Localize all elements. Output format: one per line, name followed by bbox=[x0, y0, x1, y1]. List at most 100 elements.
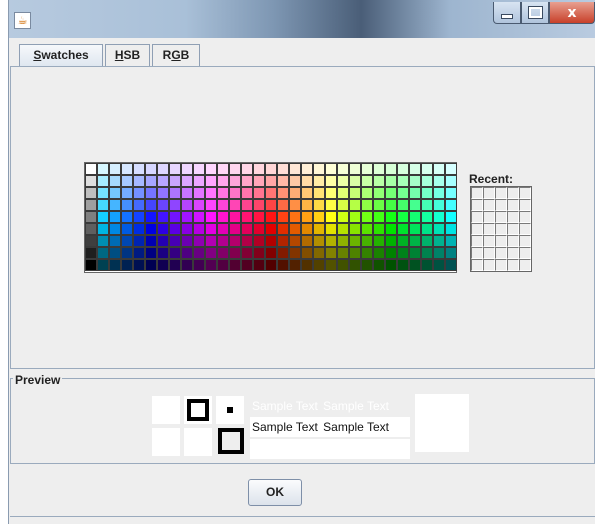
swatch-cell[interactable] bbox=[277, 187, 289, 199]
swatch-cell[interactable] bbox=[361, 211, 373, 223]
swatch-cell[interactable] bbox=[253, 247, 265, 259]
swatch-cell[interactable] bbox=[85, 247, 97, 259]
swatch-cell[interactable] bbox=[205, 235, 217, 247]
swatch-cell[interactable] bbox=[241, 235, 253, 247]
recent-swatch-cell[interactable] bbox=[495, 199, 507, 211]
swatch-cell[interactable] bbox=[313, 247, 325, 259]
recent-swatch-cell[interactable] bbox=[519, 199, 531, 211]
swatch-cell[interactable] bbox=[85, 259, 97, 271]
swatch-cell[interactable] bbox=[301, 247, 313, 259]
swatch-cell[interactable] bbox=[133, 211, 145, 223]
swatch-cell[interactable] bbox=[445, 175, 457, 187]
swatch-cell[interactable] bbox=[145, 247, 157, 259]
swatch-cell[interactable] bbox=[181, 259, 193, 271]
swatch-cell[interactable] bbox=[145, 235, 157, 247]
swatch-cell[interactable] bbox=[277, 199, 289, 211]
close-button[interactable]: x bbox=[549, 2, 595, 24]
swatch-cell[interactable] bbox=[145, 175, 157, 187]
swatch-cell[interactable] bbox=[313, 235, 325, 247]
title-bar[interactable]: ☕ x bbox=[9, 0, 595, 38]
swatch-cell[interactable] bbox=[445, 163, 457, 175]
swatch-cell[interactable] bbox=[301, 175, 313, 187]
swatch-cell[interactable] bbox=[97, 163, 109, 175]
swatch-cell[interactable] bbox=[121, 223, 133, 235]
recent-swatch-cell[interactable] bbox=[495, 187, 507, 199]
swatch-cell[interactable] bbox=[277, 259, 289, 271]
swatch-cell[interactable] bbox=[313, 211, 325, 223]
swatch-cell[interactable] bbox=[229, 187, 241, 199]
swatch-cell[interactable] bbox=[181, 199, 193, 211]
swatch-cell[interactable] bbox=[349, 187, 361, 199]
tab-swatches[interactable]: Swatches bbox=[19, 44, 103, 66]
swatch-cell[interactable] bbox=[121, 199, 133, 211]
swatch-cell[interactable] bbox=[253, 199, 265, 211]
swatch-cell[interactable] bbox=[277, 247, 289, 259]
swatch-cell[interactable] bbox=[181, 175, 193, 187]
swatch-cell[interactable] bbox=[385, 223, 397, 235]
swatch-cell[interactable] bbox=[373, 187, 385, 199]
swatch-cell[interactable] bbox=[157, 211, 169, 223]
swatch-cell[interactable] bbox=[253, 223, 265, 235]
swatch-cell[interactable] bbox=[145, 163, 157, 175]
recent-swatch-cell[interactable] bbox=[519, 235, 531, 247]
swatch-cell[interactable] bbox=[325, 187, 337, 199]
swatch-cell[interactable] bbox=[145, 187, 157, 199]
swatch-cell[interactable] bbox=[121, 187, 133, 199]
swatch-cell[interactable] bbox=[361, 235, 373, 247]
swatch-cell[interactable] bbox=[385, 187, 397, 199]
swatch-cell[interactable] bbox=[265, 223, 277, 235]
swatch-cell[interactable] bbox=[193, 259, 205, 271]
swatch-cell[interactable] bbox=[229, 259, 241, 271]
swatch-cell[interactable] bbox=[361, 247, 373, 259]
swatch-cell[interactable] bbox=[433, 163, 445, 175]
swatch-cell[interactable] bbox=[193, 235, 205, 247]
swatch-cell[interactable] bbox=[433, 187, 445, 199]
swatch-cell[interactable] bbox=[241, 211, 253, 223]
swatch-cell[interactable] bbox=[373, 199, 385, 211]
swatch-cell[interactable] bbox=[433, 175, 445, 187]
ok-button[interactable]: OK bbox=[248, 479, 302, 506]
swatch-cell[interactable] bbox=[109, 163, 121, 175]
swatch-cell[interactable] bbox=[253, 211, 265, 223]
swatch-cell[interactable] bbox=[421, 175, 433, 187]
swatch-cell[interactable] bbox=[409, 175, 421, 187]
swatch-cell[interactable] bbox=[241, 259, 253, 271]
swatch-cell[interactable] bbox=[409, 163, 421, 175]
swatch-cell[interactable] bbox=[205, 187, 217, 199]
swatch-cell[interactable] bbox=[253, 235, 265, 247]
swatch-cell[interactable] bbox=[253, 259, 265, 271]
swatch-cell[interactable] bbox=[253, 163, 265, 175]
swatch-cell[interactable] bbox=[133, 259, 145, 271]
swatch-cell[interactable] bbox=[409, 235, 421, 247]
swatch-cell[interactable] bbox=[133, 163, 145, 175]
swatch-cell[interactable] bbox=[301, 163, 313, 175]
swatch-cell[interactable] bbox=[361, 199, 373, 211]
swatch-cell[interactable] bbox=[97, 247, 109, 259]
swatch-cell[interactable] bbox=[109, 235, 121, 247]
swatch-cell[interactable] bbox=[97, 175, 109, 187]
swatch-cell[interactable] bbox=[445, 223, 457, 235]
swatch-cell[interactable] bbox=[385, 163, 397, 175]
swatch-cell[interactable] bbox=[409, 223, 421, 235]
swatch-cell[interactable] bbox=[97, 211, 109, 223]
swatch-cell[interactable] bbox=[385, 211, 397, 223]
swatch-cell[interactable] bbox=[253, 187, 265, 199]
swatch-cell[interactable] bbox=[265, 247, 277, 259]
swatch-cell[interactable] bbox=[349, 247, 361, 259]
swatch-cell[interactable] bbox=[157, 259, 169, 271]
swatch-cell[interactable] bbox=[289, 247, 301, 259]
recent-swatch-cell[interactable] bbox=[483, 235, 495, 247]
swatch-cell[interactable] bbox=[85, 211, 97, 223]
recent-swatch-cell[interactable] bbox=[471, 259, 483, 271]
swatch-cell[interactable] bbox=[169, 187, 181, 199]
swatch-cell[interactable] bbox=[421, 223, 433, 235]
swatch-cell[interactable] bbox=[85, 223, 97, 235]
swatch-cell[interactable] bbox=[397, 187, 409, 199]
swatch-cell[interactable] bbox=[325, 247, 337, 259]
recent-swatch-cell[interactable] bbox=[519, 223, 531, 235]
swatch-cell[interactable] bbox=[229, 223, 241, 235]
swatch-cell[interactable] bbox=[421, 259, 433, 271]
swatch-cell[interactable] bbox=[145, 223, 157, 235]
swatch-cell[interactable] bbox=[229, 247, 241, 259]
swatch-cell[interactable] bbox=[337, 235, 349, 247]
